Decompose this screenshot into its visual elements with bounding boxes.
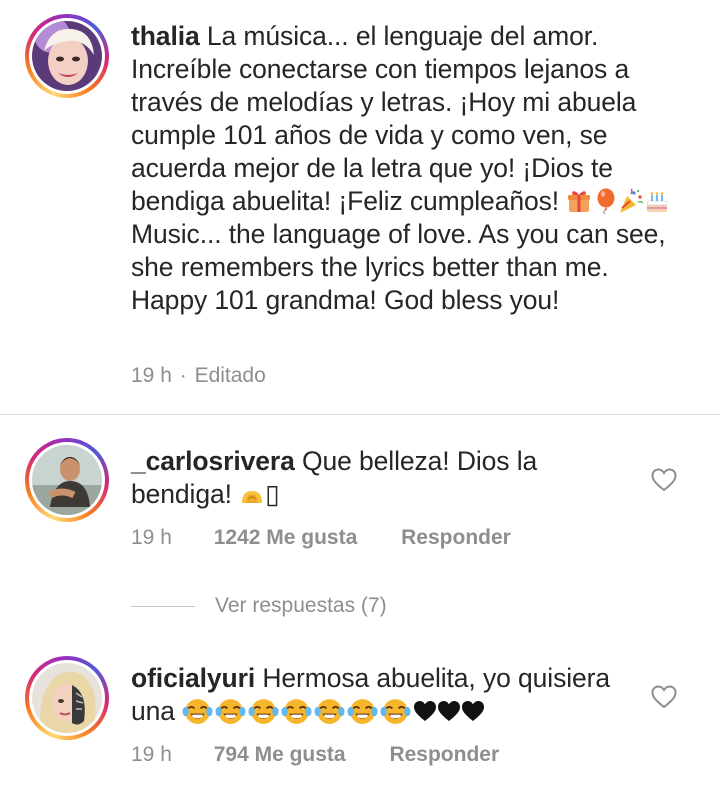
- bowing-hands-icon: [239, 481, 265, 507]
- carlosrivera-avatar[interactable]: [32, 445, 102, 515]
- meta-separator: ·: [179, 364, 187, 387]
- unrendered-glyph: ▯: [265, 479, 280, 509]
- reply-button[interactable]: Responder: [389, 743, 499, 767]
- oficialyuri-avatar-ring[interactable]: [25, 656, 109, 740]
- comment-username[interactable]: oficialyuri: [131, 663, 255, 693]
- view-replies-button[interactable]: Ver respuestas (7): [131, 594, 387, 618]
- comment-time: 19 h: [131, 743, 172, 766]
- caption-text-english: Music... the language of love. As you ca…: [131, 219, 666, 315]
- black-heart-icon: [437, 697, 461, 721]
- laughing-crying-face-icon: [248, 695, 279, 726]
- laughing-crying-face-icon: [380, 695, 411, 726]
- caption-divider: [0, 414, 720, 415]
- post-caption: thalia La música... el lenguaje del amor…: [131, 20, 691, 317]
- comment-carlosrivera-meta: 19 h 1242 Me gusta Responder: [131, 526, 511, 550]
- black-heart-icon: [461, 697, 485, 721]
- laughing-crying-face-icon: [347, 695, 378, 726]
- carlosrivera-avatar-ring[interactable]: [25, 438, 109, 522]
- black-heart-icon: [413, 697, 437, 721]
- view-replies-label[interactable]: Ver respuestas (7): [215, 594, 387, 618]
- edited-label: Editado: [194, 364, 266, 387]
- reply-button[interactable]: Responder: [401, 526, 511, 550]
- party-popper-icon: [618, 188, 644, 214]
- laughing-crying-face-icon: [182, 695, 213, 726]
- comment-carlosrivera: _carlosrivera Que belleza! Dios la bendi…: [131, 445, 631, 511]
- balloon-icon: [592, 188, 618, 215]
- laughing-crying-face-icon: [215, 695, 246, 726]
- laughing-crying-face-icon: [281, 695, 312, 726]
- comment-username[interactable]: _carlosrivera: [131, 446, 295, 476]
- heart-outline-icon[interactable]: [651, 685, 677, 709]
- comment-time: 19 h: [131, 526, 172, 549]
- caption-text-spanish: La música... el lenguaje del amor. Incre…: [131, 21, 637, 216]
- thalia-avatar[interactable]: [32, 21, 102, 91]
- post-time: 19 h: [131, 364, 172, 387]
- heart-outline-icon[interactable]: [651, 468, 677, 492]
- birthday-cake-icon: [644, 188, 670, 214]
- thalia-avatar-ring[interactable]: [25, 14, 109, 98]
- laughing-crying-face-icon: [314, 695, 345, 726]
- replies-line: [131, 605, 195, 607]
- oficialyuri-avatar[interactable]: [32, 663, 102, 733]
- post-meta: 19 h · Editado: [131, 364, 266, 388]
- likes-count-button[interactable]: 794 Me gusta: [214, 743, 346, 767]
- comment-oficialyuri: oficialyuri Hermosa abuelita, yo quisier…: [131, 662, 636, 728]
- likes-count-button[interactable]: 1242 Me gusta: [214, 526, 358, 550]
- comment-oficialyuri-meta: 19 h 794 Me gusta Responder: [131, 743, 499, 767]
- gift-icon: [566, 188, 592, 214]
- post-username[interactable]: thalia: [131, 21, 200, 51]
